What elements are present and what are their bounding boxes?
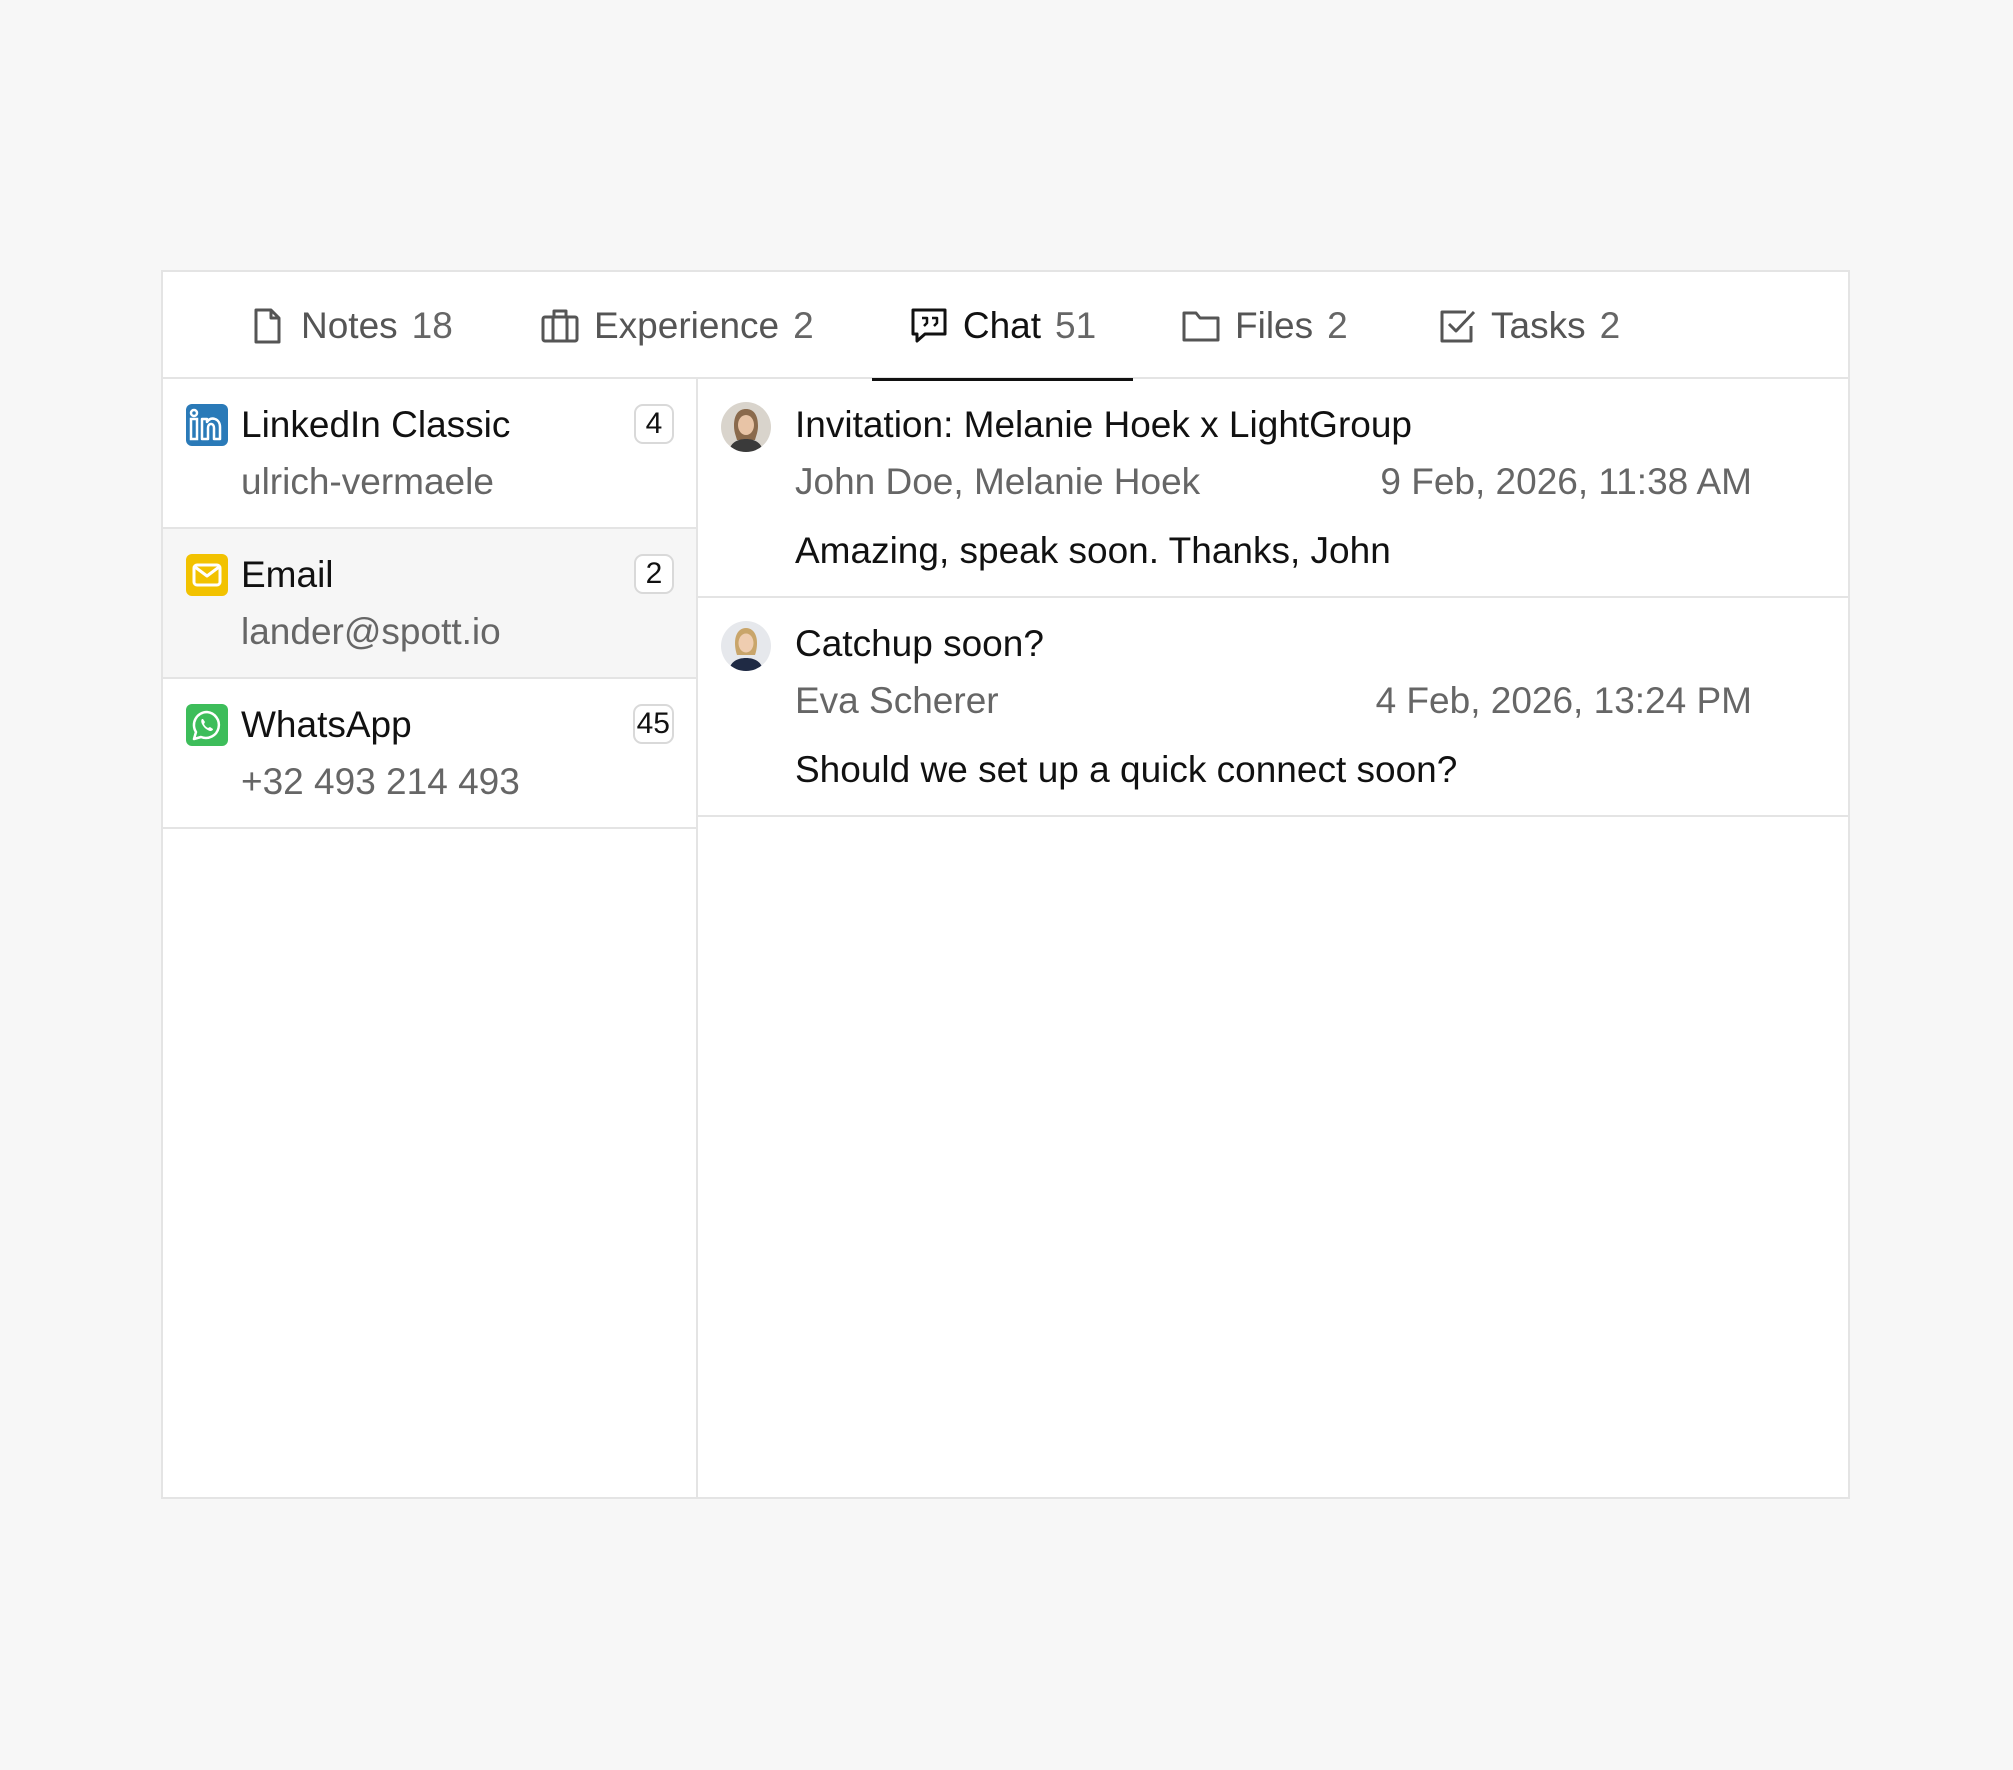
document-icon bbox=[247, 306, 287, 346]
message-preview: Amazing, speak soon. Thanks, John bbox=[795, 530, 1391, 571]
channel-linkedin[interactable]: LinkedIn Classic ulrich-vermaele 4 bbox=[163, 379, 696, 529]
message-timestamp: 4 Feb, 2026, 13:24 PM bbox=[1375, 680, 1752, 721]
tab-label: Files bbox=[1235, 304, 1314, 346]
message-subject: Catchup soon? bbox=[795, 623, 1044, 664]
tab-chat[interactable]: Chat 51 bbox=[872, 272, 1133, 381]
tab-count: 2 bbox=[1599, 304, 1621, 346]
tab-count: 18 bbox=[411, 304, 453, 346]
tab-bar: Notes 18 Experience 2 Chat 51 Files 2 Ta… bbox=[163, 272, 1848, 381]
channel-name: WhatsApp bbox=[241, 704, 412, 745]
channel-email[interactable]: Email lander@spott.io 2 bbox=[163, 529, 696, 679]
channel-handle: ulrich-vermaele bbox=[241, 461, 494, 502]
tab-notes[interactable]: Notes 18 bbox=[247, 272, 453, 379]
briefcase-icon bbox=[540, 306, 580, 346]
channel-count-badge: 4 bbox=[634, 404, 674, 444]
channel-name: LinkedIn Classic bbox=[241, 404, 511, 445]
message-item[interactable]: Catchup soon? Eva Scherer 4 Feb, 2026, 1… bbox=[698, 598, 1848, 817]
tab-tasks[interactable]: Tasks 2 bbox=[1437, 272, 1620, 379]
linkedin-icon bbox=[186, 404, 228, 446]
avatar bbox=[721, 402, 771, 452]
channel-list: LinkedIn Classic ulrich-vermaele 4 Email… bbox=[163, 379, 698, 1497]
message-participants: Eva Scherer bbox=[795, 680, 999, 721]
channel-name: Email bbox=[241, 554, 334, 595]
message-preview: Should we set up a quick connect soon? bbox=[795, 749, 1458, 790]
avatar bbox=[721, 621, 771, 671]
contact-activity-panel: Notes 18 Experience 2 Chat 51 Files 2 Ta… bbox=[161, 270, 1850, 1499]
channel-count-badge: 45 bbox=[632, 704, 674, 744]
tab-label: Experience bbox=[594, 304, 780, 346]
tab-label: Tasks bbox=[1491, 304, 1586, 346]
message-item[interactable]: Invitation: Melanie Hoek x LightGroup Jo… bbox=[698, 379, 1848, 598]
channel-count-badge: 2 bbox=[634, 554, 674, 594]
channel-handle: lander@spott.io bbox=[241, 611, 501, 652]
message-subject: Invitation: Melanie Hoek x LightGroup bbox=[795, 404, 1413, 445]
tab-count: 51 bbox=[1055, 304, 1097, 346]
tab-count: 2 bbox=[793, 304, 814, 346]
mail-icon bbox=[186, 554, 228, 596]
channel-whatsapp[interactable]: WhatsApp +32 493 214 493 45 bbox=[163, 679, 696, 829]
chat-icon bbox=[909, 306, 949, 346]
whatsapp-icon bbox=[186, 704, 228, 746]
folder-icon bbox=[1181, 306, 1221, 346]
tab-label: Chat bbox=[962, 304, 1041, 346]
message-timestamp: 9 Feb, 2026, 11:38 AM bbox=[1380, 461, 1752, 502]
message-list: Invitation: Melanie Hoek x LightGroup Jo… bbox=[698, 379, 1848, 1497]
tab-label: Notes bbox=[301, 304, 398, 346]
channel-handle: +32 493 214 493 bbox=[241, 761, 520, 802]
checkbox-icon bbox=[1437, 306, 1477, 346]
tab-files[interactable]: Files 2 bbox=[1181, 272, 1348, 379]
tab-experience[interactable]: Experience 2 bbox=[540, 272, 814, 379]
tab-count: 2 bbox=[1327, 304, 1348, 346]
message-participants: John Doe, Melanie Hoek bbox=[795, 461, 1201, 502]
